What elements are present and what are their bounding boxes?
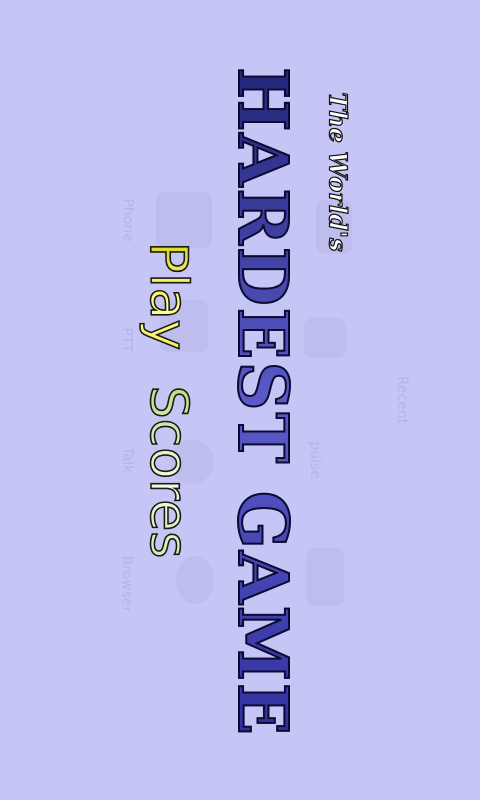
ghost-phone-label: Phone — [119, 198, 136, 242]
ghost-talk-label: Talk — [119, 446, 136, 474]
ghost-pulse-label: pulse — [306, 441, 323, 479]
ghost-phone-icon — [156, 192, 212, 248]
scores-button[interactable]: Scores — [137, 385, 199, 559]
ghost-browser-label: Browser — [118, 555, 135, 613]
play-button[interactable]: Play — [137, 241, 199, 351]
ghost-browser-icon — [176, 556, 214, 604]
ghost-widget-icon — [304, 318, 346, 358]
game-title: HARDEST GAME — [221, 66, 303, 738]
ghost-recent-label: Recent — [394, 375, 411, 425]
ghost-ptt-label: PTT — [118, 327, 135, 353]
subtitle-text: The World's — [323, 92, 353, 253]
ghost-widget2-icon — [306, 548, 344, 606]
